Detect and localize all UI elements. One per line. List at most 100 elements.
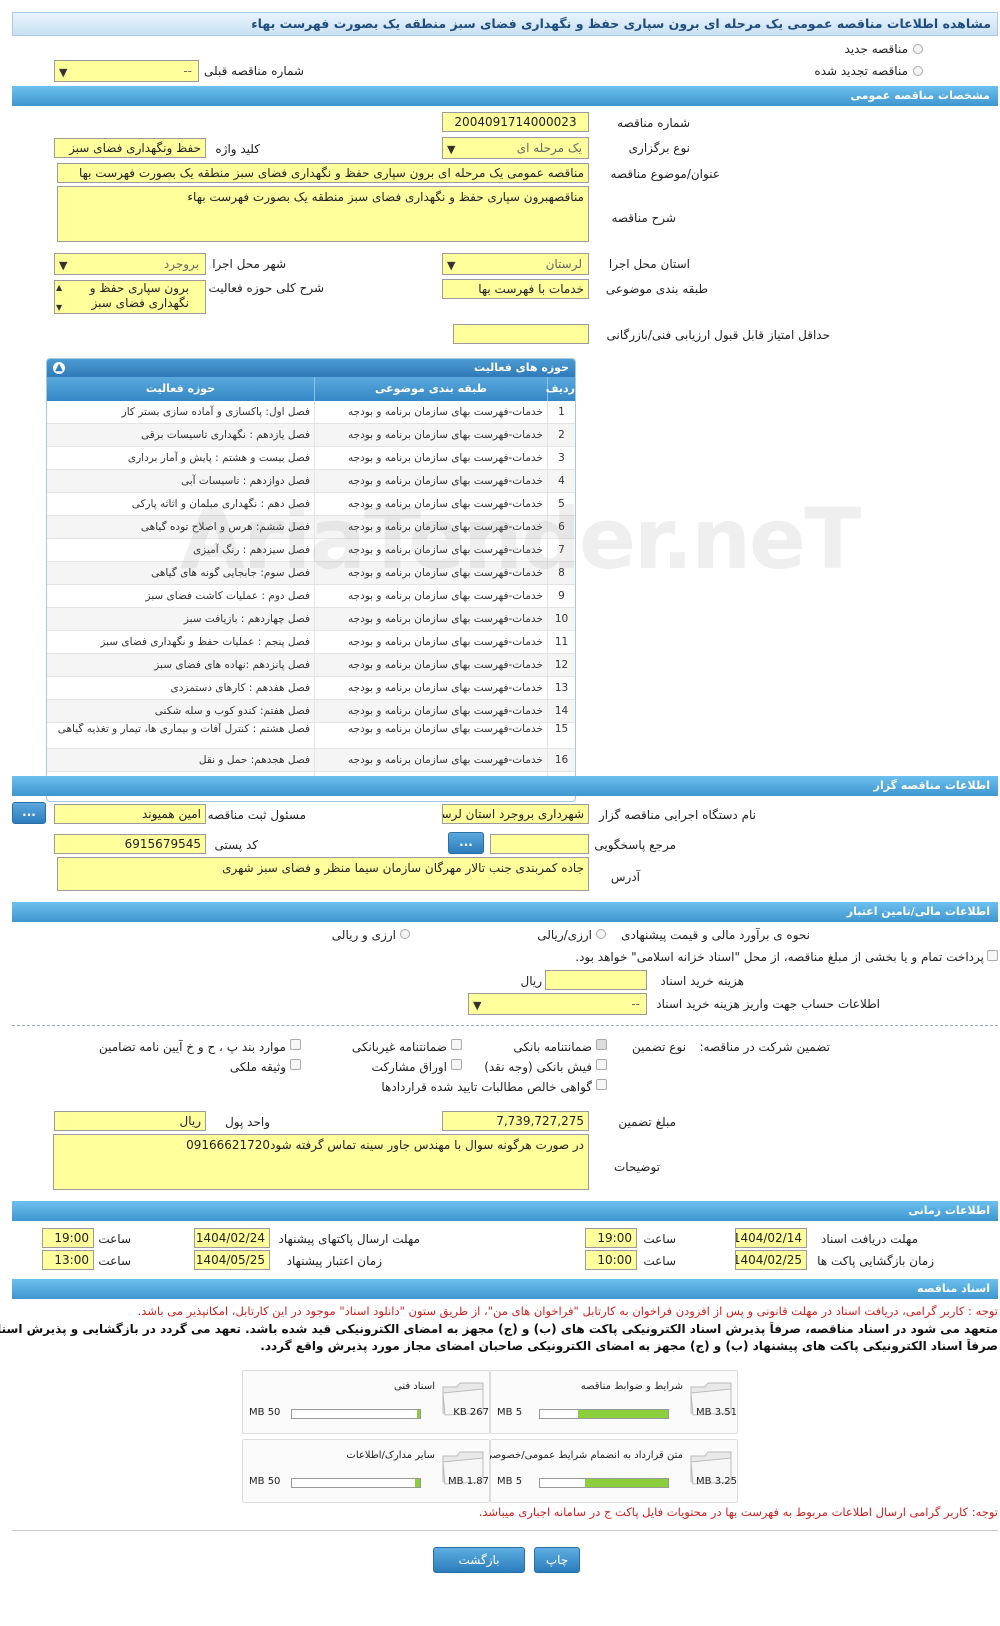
bonds-checkbox[interactable] xyxy=(451,1059,462,1070)
province-select[interactable]: لرستان ▼ xyxy=(442,253,589,275)
min-score-label: حداقل امتیاز قابل قبول ارزیابی فنی/بازرگ… xyxy=(606,328,830,342)
cash-label: فیش بانکی (وجه نقد) xyxy=(484,1060,592,1074)
upload-progress-bar xyxy=(539,1409,669,1419)
address-label: آدرس xyxy=(610,870,640,884)
row-activity: فصل یازدهم : نگهداری تاسیسات برقی xyxy=(141,429,310,441)
bank-guarantee-checkbox[interactable] xyxy=(596,1039,607,1050)
file-name: شرایط و ضوابط مناقصه xyxy=(580,1381,683,1392)
row-category: خدمات-فهرست بهای سازمان برنامه و بودجه xyxy=(314,608,547,630)
renewed-tender-radio[interactable] xyxy=(913,66,923,76)
collapse-icon[interactable]: ▲ xyxy=(53,362,65,374)
org-name-field[interactable]: شهرداری بروجرد استان لرستان xyxy=(442,804,589,824)
other-guarantee-checkbox[interactable] xyxy=(290,1039,301,1050)
max-size: 5 MB xyxy=(497,1407,523,1418)
row-activity: فصل پنجم : عملیات حفظ و نگهداری فضای سبز xyxy=(100,636,310,648)
row-number: 3 xyxy=(547,447,575,469)
document-file[interactable]: اسناد فنی 267 KB 50 MB xyxy=(242,1370,490,1434)
validity-time-field[interactable]: 13:00 xyxy=(42,1250,94,1270)
currency-field[interactable]: ریال xyxy=(54,1111,206,1131)
row-category: خدمات-فهرست بهای سازمان برنامه و بودجه xyxy=(314,749,547,771)
row-number: 12 xyxy=(547,654,575,676)
section-finance: اطلاعات مالی/تامین اعتبار xyxy=(12,902,998,922)
row-category: خدمات-فهرست بهای سازمان برنامه و بودجه xyxy=(314,447,547,469)
new-tender-radio[interactable] xyxy=(913,44,923,54)
account-label: اطلاعات حساب جهت واریز هزینه خرید اسناد xyxy=(656,997,880,1011)
treasury-checkbox[interactable] xyxy=(987,950,998,961)
opening-time-field[interactable]: 10:00 xyxy=(585,1250,637,1270)
account-select[interactable]: -- ▼ xyxy=(468,993,647,1015)
receive-time-field[interactable]: 19:00 xyxy=(585,1228,637,1248)
min-score-field[interactable] xyxy=(453,324,589,344)
grid-header: ردیف طبقه بندی موضوعی حوزه فعالیت xyxy=(47,377,575,401)
table-row: 2 خدمات-فهرست بهای سازمان برنامه و بودجه ف… xyxy=(47,424,575,447)
prev-number-select[interactable]: -- ▼ xyxy=(54,60,199,82)
print-button[interactable]: چاپ xyxy=(534,1547,580,1573)
city-select[interactable]: بروجرد ▼ xyxy=(54,253,206,275)
other-guarantee-label: موارد بند پ ، ح و خ آیین نامه تضامین xyxy=(98,1040,286,1054)
document-file[interactable]: شرایط و ضوابط مناقصه 3.51 MB 5 MB xyxy=(490,1370,738,1434)
validity-time-label: ساعت xyxy=(98,1254,131,1268)
price-list-note: توجه: کاربر گرامی ارسال اطلاعات مربوط به… xyxy=(478,1505,998,1519)
tender-number-label: شماره مناقصه xyxy=(617,116,690,130)
address-field[interactable]: جاده کمربندی جنب تالار مهرگان سازمان سیم… xyxy=(57,857,589,891)
bonds-label: اوراق مشارکت xyxy=(371,1060,447,1074)
notes-field[interactable]: در صورت هرگونه سوال با مهندس جاور سینه ت… xyxy=(53,1134,589,1190)
guarantee-label: تضمین شرکت در مناقصه: xyxy=(699,1040,830,1054)
postal-field[interactable]: 6915679545 xyxy=(54,834,206,854)
activity-desc-label: شرح کلی حوزه فعالیت xyxy=(208,281,325,295)
activity-desc-field[interactable]: برون سپاری حفظ و نگهداری فضای سبز منطقه xyxy=(54,280,206,314)
description-field[interactable]: مناقصهبرون سپاری حفظ و نگهداری فضای سبز … xyxy=(57,186,589,242)
row-number: 13 xyxy=(547,677,575,699)
nonbank-guarantee-checkbox[interactable] xyxy=(451,1039,462,1050)
guarantee-type-label: نوع تضمین xyxy=(632,1040,686,1054)
validity-date-field[interactable]: 1404/05/25 xyxy=(194,1250,270,1270)
bank-guarantee-label: ضمانتنامه بانکی xyxy=(513,1040,592,1054)
cash-checkbox[interactable] xyxy=(596,1059,607,1070)
receive-date-field[interactable]: 1404/02/14 xyxy=(735,1228,807,1248)
scroll-down-icon[interactable]: ▼ xyxy=(56,303,62,312)
send-time-label: ساعت xyxy=(98,1232,131,1246)
tender-type-select[interactable]: یک مرحله ای ▼ xyxy=(442,137,589,159)
category-field[interactable]: خدمات با فهرست بها xyxy=(442,279,589,299)
officer-field[interactable]: امین همیوند xyxy=(54,804,206,824)
col-category: طبقه بندی موضوعی xyxy=(314,377,547,401)
row-activity: فصل هفدهم : کارهای دستمزدی xyxy=(170,682,310,694)
send-date-field[interactable]: 1404/02/24 xyxy=(194,1228,270,1248)
max-size: 50 MB xyxy=(249,1476,281,1487)
treasury-text: پرداخت تمام و یا بخشی از مبلغ مناقصه، از… xyxy=(575,950,984,964)
divider xyxy=(12,1025,998,1026)
subject-label: عنوان/موضوع مناقصه xyxy=(610,167,720,181)
grid-caption: حوزه های فعالیت ▲ xyxy=(47,359,575,377)
estimate-rial-label: ارزی/ریالی xyxy=(537,928,592,942)
footer-divider xyxy=(12,1530,998,1531)
commitment-text-1: متعهد می شود در اسناد مناقصه، صرفاً پذیر… xyxy=(0,1322,998,1336)
doc-fee-field[interactable] xyxy=(545,970,647,990)
send-time-field[interactable]: 19:00 xyxy=(42,1228,94,1248)
currency-label: واحد پول xyxy=(225,1115,270,1129)
estimate-fx-radio[interactable] xyxy=(400,929,410,939)
validity-label: زمان اعتبار پیشنهاد xyxy=(286,1254,382,1268)
back-button[interactable]: بازگشت xyxy=(433,1547,525,1573)
table-row: 12 خدمات-فهرست بهای سازمان برنامه و بودجه… xyxy=(47,654,575,677)
document-file[interactable]: سایر مدارک/اطلاعات 1.87 MB 50 MB xyxy=(242,1439,490,1503)
estimate-rial-radio[interactable] xyxy=(596,929,606,939)
tender-number-field[interactable]: 2004091714000023 xyxy=(442,112,589,132)
document-file[interactable]: متن قرارداد به انضمام شرایط عمومی/خصوصی 3… xyxy=(484,1439,738,1503)
page-title: مشاهده اطلاعات مناقصه عمومی یک مرحله ای … xyxy=(12,12,998,36)
upload-progress-bar xyxy=(291,1478,421,1488)
section-general: مشخصات مناقصه عمومی xyxy=(12,86,998,106)
officer-lookup-button[interactable]: ... xyxy=(12,802,46,824)
property-checkbox[interactable] xyxy=(290,1059,301,1070)
amount-field[interactable]: 7,739,727,275 xyxy=(442,1111,589,1131)
opening-date-field[interactable]: 1404/02/25 xyxy=(735,1250,807,1270)
row-category: خدمات-فهرست بهای سازمان برنامه و بودجه xyxy=(314,677,547,699)
subject-field[interactable]: مناقصه عمومی یک مرحله ای برون سپاری حفظ … xyxy=(57,163,589,183)
scroll-up-icon[interactable]: ▲ xyxy=(56,283,62,292)
table-row: 10 خدمات-فهرست بهای سازمان برنامه و بودجه… xyxy=(47,608,575,631)
doc-fee-unit: ریال xyxy=(520,974,542,988)
claims-checkbox[interactable] xyxy=(596,1079,607,1090)
reference-field[interactable] xyxy=(490,834,589,854)
keyword-field[interactable]: حفظ ونگهداری فضای سبز xyxy=(54,138,206,158)
category-label: طبقه بندی موضوعی xyxy=(605,282,708,296)
reference-lookup-button[interactable]: ... xyxy=(448,832,484,854)
